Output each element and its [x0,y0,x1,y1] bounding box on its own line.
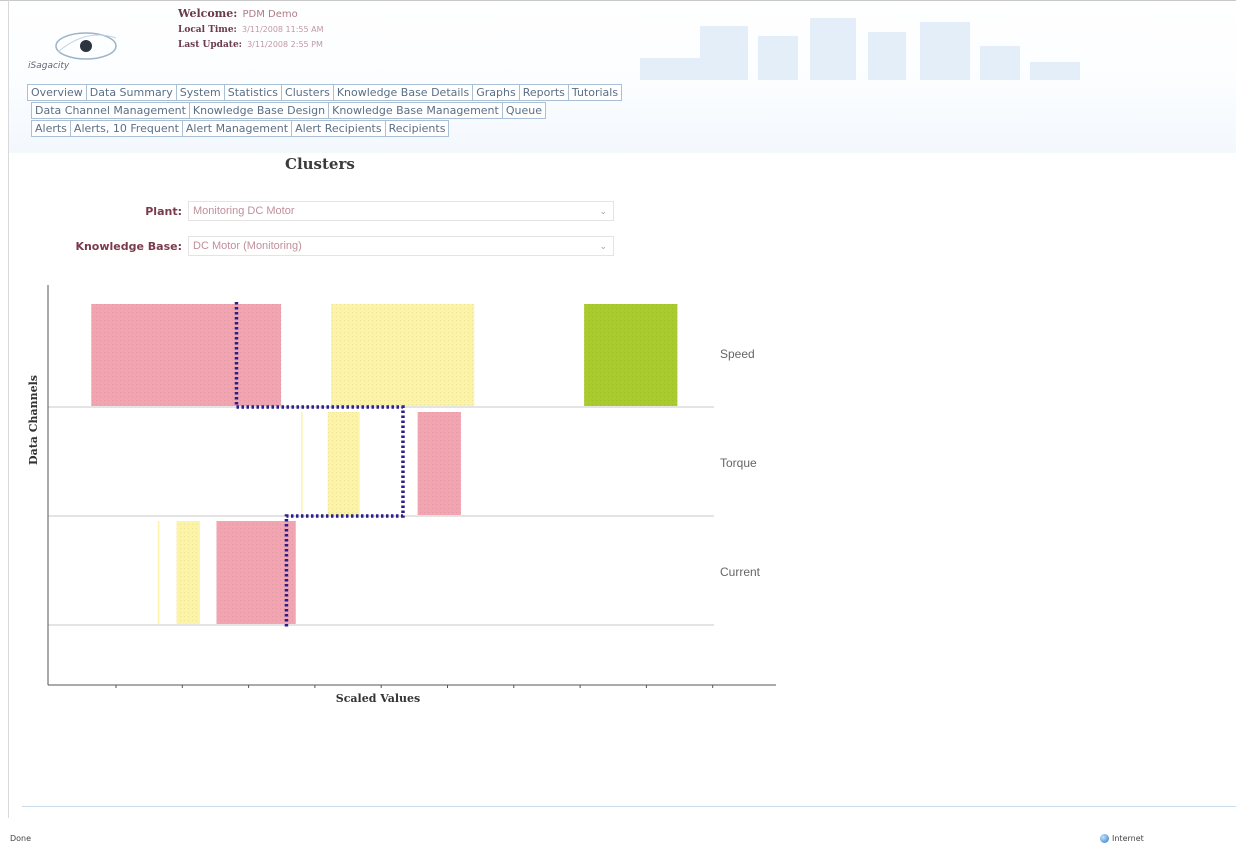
globe-icon [1100,834,1109,843]
security-zone-label: Internet [1112,834,1144,843]
cluster-bar-texture-2 [584,304,678,406]
clusters-chart: Data Channels Scaled Values Speed Torque… [27,285,776,705]
category-label-current: Current [720,565,761,579]
cluster-bar-texture-1 [331,304,475,406]
y-axis-label: Data Channels [27,375,40,465]
security-zone: Internet [1100,834,1144,843]
footer-divider [22,806,1236,807]
cluster-bar-texture-4 [327,412,360,515]
cluster-bar-texture-0 [91,304,282,406]
cluster-bar-texture-3 [301,412,303,515]
category-label-torque: Torque [720,456,757,470]
status-bar: Done Internet [0,826,1236,845]
status-text: Done [10,834,32,843]
x-axis-label: Scaled Values [336,692,421,705]
cluster-bar-texture-8 [216,521,296,624]
category-label-speed: Speed [720,347,755,361]
cluster-bar-texture-6 [157,521,160,624]
cluster-bar-texture-7 [176,521,200,624]
cluster-bar-texture-5 [417,412,461,515]
